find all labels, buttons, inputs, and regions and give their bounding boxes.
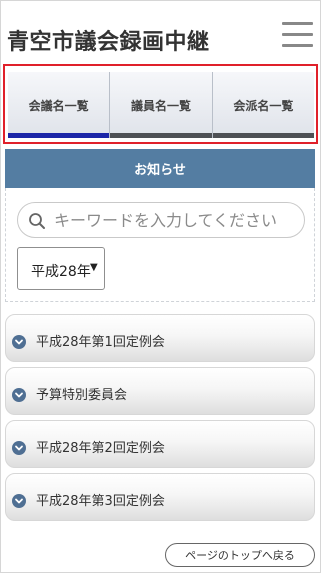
chevron-down-circle-icon xyxy=(12,441,26,455)
search-icon xyxy=(29,213,45,229)
back-to-top-button[interactable]: ページのトップへ戻る xyxy=(165,543,315,567)
chevron-down-circle-icon xyxy=(12,335,26,349)
list-item-label: 予算特別委員会 xyxy=(36,388,128,403)
site-title[interactable]: 青空市議会録画中継 xyxy=(7,24,210,56)
era-select-value: 平成28年 xyxy=(31,264,91,280)
hamburger-icon[interactable] xyxy=(282,22,313,48)
nav-tabs: 会議名一覧 議員名一覧 会派名一覧 xyxy=(8,72,315,138)
list-item[interactable]: 予算特別委員会 xyxy=(5,367,315,415)
search-panel: 平成28年 ▼ xyxy=(5,188,315,302)
search-input[interactable] xyxy=(54,203,304,237)
chevron-down-circle-icon xyxy=(12,388,26,402)
search-box[interactable] xyxy=(17,202,305,238)
site-header: 青空市議会録画中継 xyxy=(0,0,321,64)
list-item[interactable]: 平成28年第2回定例会 xyxy=(5,420,315,468)
list-item-label: 平成28年第2回定例会 xyxy=(36,441,165,456)
tab-meeting-list[interactable]: 会議名一覧 xyxy=(8,72,111,138)
era-select[interactable]: 平成28年 ▼ xyxy=(17,247,105,290)
menu-line xyxy=(282,22,313,25)
tab-faction-list[interactable]: 会派名一覧 xyxy=(212,72,315,138)
notice-button[interactable]: お知らせ xyxy=(5,149,315,188)
list-item[interactable]: 平成28年第1回定例会 xyxy=(5,314,315,362)
chevron-down-circle-icon xyxy=(12,494,26,508)
chevron-down-icon: ▼ xyxy=(90,262,98,273)
list-item-label: 平成28年第3回定例会 xyxy=(36,494,165,509)
list-item-label: 平成28年第1回定例会 xyxy=(36,335,165,350)
tab-member-list[interactable]: 議員名一覧 xyxy=(110,72,213,138)
menu-line xyxy=(282,44,313,47)
menu-line xyxy=(282,33,313,36)
list-item[interactable]: 平成28年第3回定例会 xyxy=(5,473,315,521)
